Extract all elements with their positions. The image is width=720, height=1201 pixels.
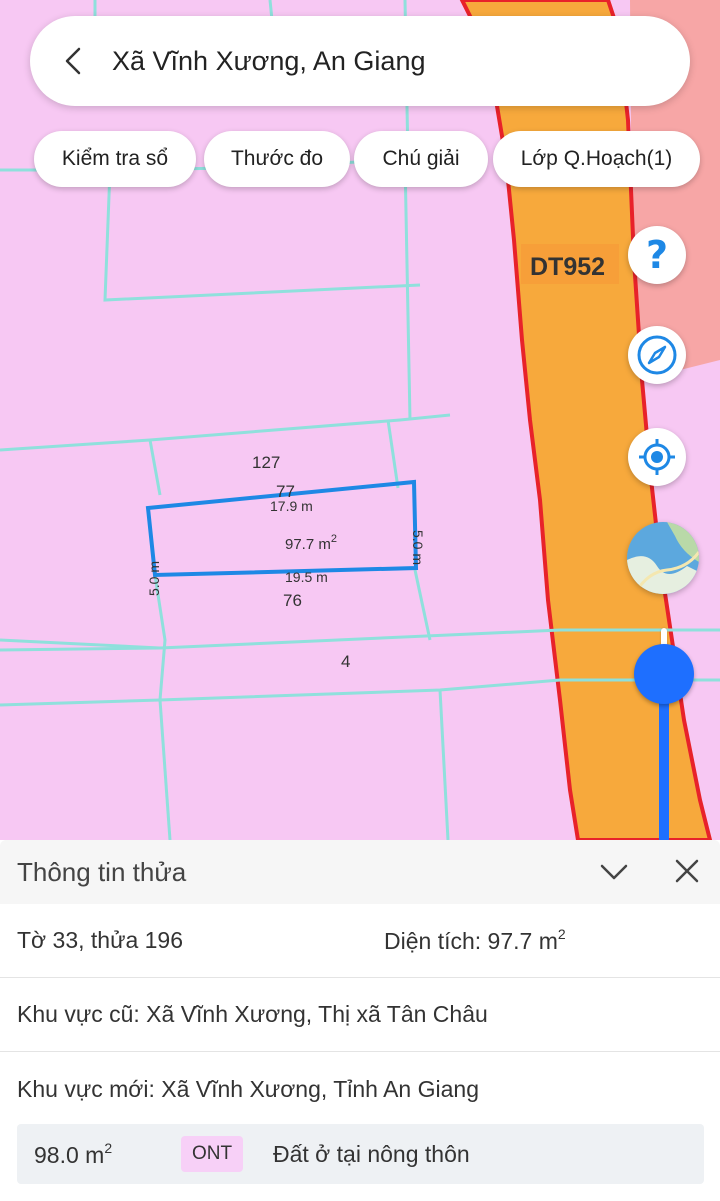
compass-icon bbox=[637, 335, 677, 375]
location-title[interactable]: Xã Vĩnh Xương, An Giang bbox=[112, 46, 425, 77]
old-area-row: Khu vực cũ: Xã Vĩnh Xương, Thị xã Tân Ch… bbox=[0, 978, 720, 1052]
back-arrow-icon[interactable] bbox=[58, 46, 88, 76]
close-icon[interactable] bbox=[672, 856, 702, 886]
old-administrative-area: Khu vực cũ: Xã Vĩnh Xương, Thị xã Tân Ch… bbox=[17, 1001, 488, 1027]
road-label: DT952 bbox=[530, 253, 605, 281]
edge-length-left: 5.0 m bbox=[146, 561, 162, 596]
parcel-area: Diện tích: 97.7 m2 bbox=[384, 926, 566, 954]
parcel-number-76: 76 bbox=[283, 591, 302, 610]
help-button[interactable]: ? bbox=[628, 226, 686, 284]
satellite-thumbnail-icon bbox=[627, 522, 699, 594]
sheet-parcel-number: Tờ 33, thửa 196 bbox=[17, 927, 184, 953]
land-use-code-badge: ONT bbox=[181, 1136, 243, 1172]
planning-layer-button[interactable]: Lớp Q.Hoạch(1) bbox=[493, 131, 700, 187]
sheet-parcel-row: Tờ 33, thửa 196 Diện tích: 97.7 m2 bbox=[0, 904, 720, 978]
compass-button[interactable] bbox=[628, 326, 686, 384]
edge-length-right: 5.0 m bbox=[410, 530, 426, 565]
basemap-toggle-button[interactable] bbox=[627, 522, 699, 594]
chevron-down-icon[interactable] bbox=[598, 858, 630, 886]
help-icon: ? bbox=[645, 233, 669, 277]
new-area-row: Khu vực mới: Xã Vĩnh Xương, Tỉnh An Gian… bbox=[0, 1052, 720, 1126]
panel-header: Thông tin thửa bbox=[0, 840, 720, 904]
check-certificate-button[interactable]: Kiểm tra sổ bbox=[34, 131, 196, 187]
land-use-name: Đất ở tại nông thôn bbox=[273, 1140, 470, 1167]
map-canvas[interactable]: DT952 127 77 76 4 17.9 m 19.5 m 5.0 m 5.… bbox=[0, 0, 720, 840]
land-use-area: 98.0 m2 bbox=[34, 1139, 113, 1168]
zoom-slider-thumb[interactable] bbox=[634, 644, 694, 704]
land-use-row[interactable]: 98.0 m2 ONT Đất ở tại nông thôn bbox=[17, 1124, 704, 1184]
edge-length-bottom: 19.5 m bbox=[285, 569, 328, 585]
my-location-button[interactable] bbox=[628, 428, 686, 486]
parcel-area-label: 97.7 m2 bbox=[285, 533, 337, 553]
location-target-icon bbox=[639, 439, 675, 475]
panel-title: Thông tin thửa bbox=[17, 856, 187, 887]
parcel-number-4: 4 bbox=[341, 652, 350, 671]
legend-button[interactable]: Chú giải bbox=[354, 131, 488, 187]
new-administrative-area: Khu vực mới: Xã Vĩnh Xương, Tỉnh An Gian… bbox=[17, 1075, 479, 1102]
measure-button[interactable]: Thước đo bbox=[204, 131, 350, 187]
parcel-number-127: 127 bbox=[252, 453, 280, 472]
search-bar[interactable]: Xã Vĩnh Xương, An Giang bbox=[30, 16, 690, 106]
parcel-info-panel: Thông tin thửa Tờ 33, thửa 196 Diện tích… bbox=[0, 840, 720, 1201]
edge-length-top: 17.9 m bbox=[270, 498, 313, 514]
